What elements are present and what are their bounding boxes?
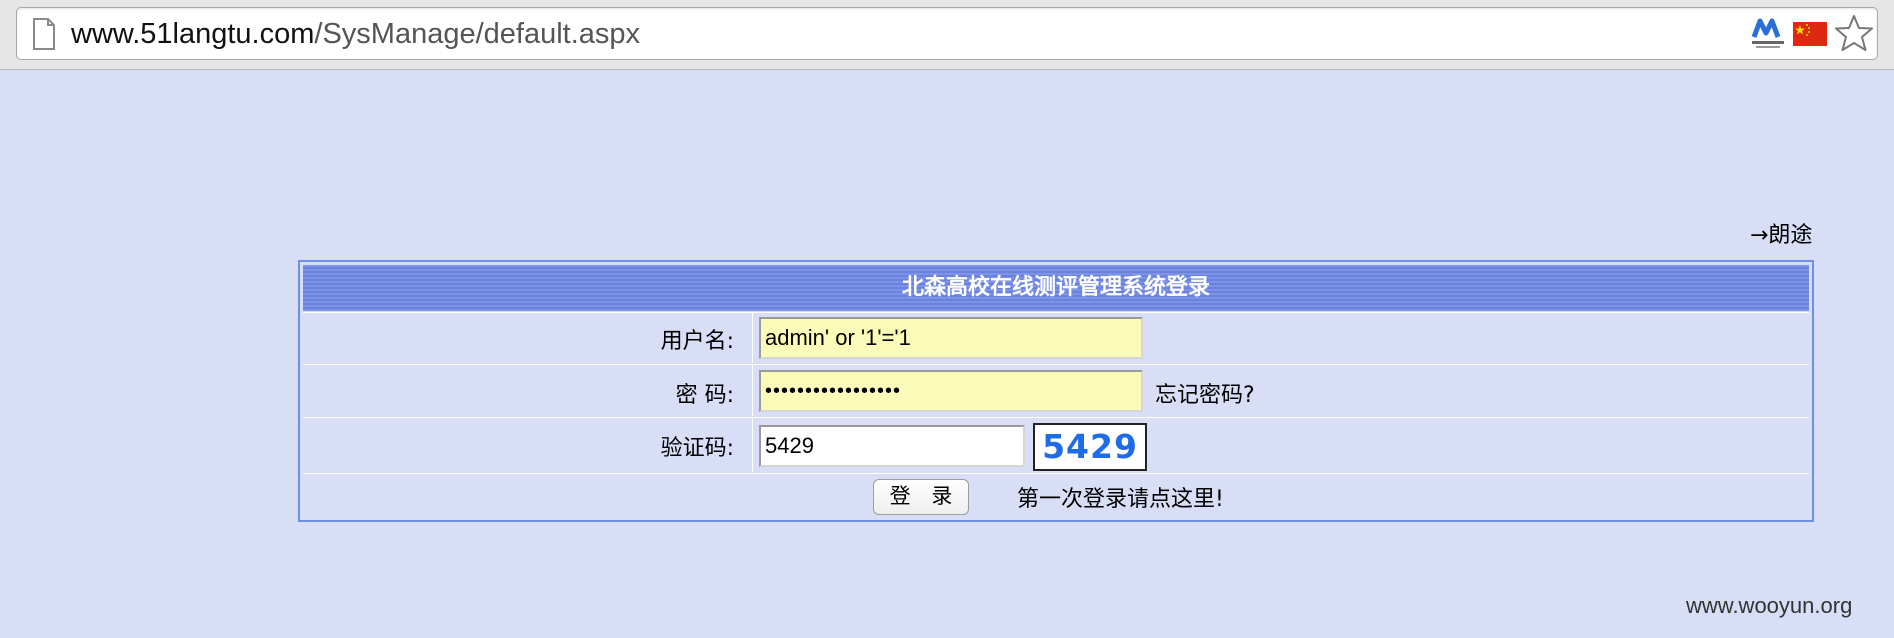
- password-label-cell: 密 码:: [303, 365, 753, 416]
- login-button[interactable]: 登 录: [873, 479, 969, 515]
- net-extension-icon[interactable]: [1748, 17, 1788, 51]
- username-label: 用户名:: [660, 329, 734, 354]
- password-row: 密 码: ••••••••••••••••• 忘记密码?: [303, 364, 1809, 416]
- login-form: 北森高校在线测评管理系统登录 用户名: admin' or '1'='1 密 码…: [298, 260, 1814, 522]
- captcha-label: 验证码:: [660, 436, 734, 461]
- captcha-image[interactable]: 5429: [1033, 423, 1147, 471]
- password-input[interactable]: •••••••••••••••••: [759, 370, 1143, 412]
- username-input[interactable]: admin' or '1'='1: [759, 317, 1143, 359]
- page-icon: [32, 18, 56, 50]
- url-path: /SysManage/default.aspx: [314, 18, 641, 50]
- browser-chrome: www.51langtu.com/SysManage/default.aspx: [0, 0, 1894, 70]
- captcha-input[interactable]: 5429: [759, 425, 1025, 467]
- username-label-cell: 用户名:: [303, 313, 753, 363]
- username-row: 用户名: admin' or '1'='1: [303, 312, 1809, 363]
- login-title: 北森高校在线测评管理系统登录: [303, 265, 1809, 311]
- china-flag-icon[interactable]: [1793, 22, 1827, 46]
- watermark: www.wooyun.org: [1686, 593, 1853, 618]
- captcha-label-cell: 验证码:: [303, 418, 753, 472]
- password-label: 密 码:: [675, 383, 734, 408]
- forgot-password-link[interactable]: 忘记密码?: [1155, 377, 1255, 409]
- address-bar[interactable]: www.51langtu.com/SysManage/default.aspx: [16, 7, 1878, 60]
- captcha-row: 验证码: 5429 5429: [303, 417, 1809, 472]
- star-icon[interactable]: [1835, 14, 1873, 52]
- first-login-link[interactable]: 第一次登录请点这里!: [1017, 481, 1224, 513]
- action-row: 登 录 第一次登录请点这里!: [303, 473, 1809, 519]
- marquee-text[interactable]: →朗途: [1750, 219, 1815, 253]
- url-text[interactable]: www.51langtu.com/SysManage/default.aspx: [71, 17, 640, 51]
- url-host: www.51langtu.com: [71, 18, 315, 50]
